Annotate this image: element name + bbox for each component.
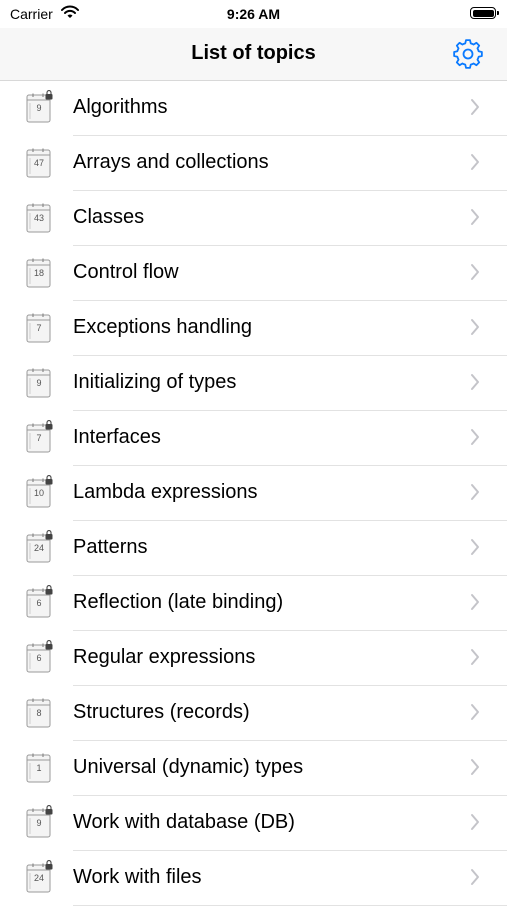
lock-icon	[45, 90, 53, 100]
lock-icon	[45, 585, 53, 595]
status-bar: Carrier 9:26 AM	[0, 0, 507, 28]
topic-count: 43	[33, 213, 44, 223]
topic-label: Arrays and collections	[73, 151, 269, 173]
topic-count: 1	[36, 763, 42, 773]
navigation-bar: List of topics	[0, 28, 507, 81]
list-item[interactable]: 1 Universal (dynamic) types	[0, 741, 507, 796]
topic-count: 9	[36, 103, 42, 113]
topic-label: Control flow	[73, 261, 179, 283]
topic-label: Regular expressions	[73, 646, 256, 668]
list-item[interactable]: 47 Arrays and collections	[0, 136, 507, 191]
list-item[interactable]: 8 Structures (records)	[0, 686, 507, 741]
topic-label: Universal (dynamic) types	[73, 756, 304, 778]
list-item[interactable]: 9 Work with database (DB)	[0, 796, 507, 851]
topic-count: 47	[33, 158, 44, 168]
list-item[interactable]: 9 Algorithms	[0, 81, 507, 136]
chevron-right-icon	[471, 649, 479, 665]
list-item[interactable]: 10 Lambda expressions	[0, 466, 507, 521]
lock-icon	[45, 640, 53, 650]
chevron-right-icon	[471, 814, 479, 830]
chevron-right-icon	[471, 429, 479, 445]
topic-count: 6	[36, 653, 42, 663]
topic-count: 10	[33, 488, 44, 498]
topic-label: Exceptions handling	[73, 316, 253, 338]
chevron-right-icon	[471, 594, 479, 610]
topic-count: 6	[36, 598, 42, 608]
lock-icon	[45, 860, 53, 870]
list-item[interactable]: 6 Regular expressions	[0, 631, 507, 686]
chevron-right-icon	[471, 209, 479, 225]
topic-count: 18	[33, 268, 44, 278]
lock-icon	[45, 420, 53, 430]
topic-list: 9 Algorithms 47 Arrays and collections 43 Cla…	[0, 81, 507, 906]
chevron-right-icon	[471, 759, 479, 775]
chevron-right-icon	[471, 154, 479, 170]
chevron-right-icon	[471, 484, 479, 500]
topic-count: 24	[33, 543, 44, 553]
topic-label: Lambda expressions	[73, 481, 258, 503]
topic-count: 7	[36, 323, 42, 333]
chevron-right-icon	[471, 869, 479, 885]
list-item[interactable]: 24 Patterns	[0, 521, 507, 576]
page-title: List of topics	[191, 42, 316, 64]
gear-icon[interactable]	[452, 38, 484, 70]
list-item[interactable]: 18 Control flow	[0, 246, 507, 301]
topic-count: 9	[36, 818, 42, 828]
topic-label: Work with database (DB)	[73, 811, 295, 833]
topic-label: Patterns	[73, 536, 148, 558]
list-item[interactable]: 7 Exceptions handling	[0, 301, 507, 356]
list-item[interactable]: 6 Reflection (late binding)	[0, 576, 507, 631]
topic-label: Initializing of types	[73, 371, 237, 393]
topic-count: 8	[36, 708, 42, 718]
topic-label: Work with files	[73, 866, 202, 888]
topic-count: 9	[36, 378, 42, 388]
battery-icon	[470, 7, 499, 19]
list-item[interactable]: 9 Initializing of types	[0, 356, 507, 411]
chevron-right-icon	[471, 319, 479, 335]
clock: 9:26 AM	[226, 6, 281, 22]
chevron-right-icon	[471, 99, 479, 115]
chevron-right-icon	[471, 264, 479, 280]
lock-icon	[45, 475, 53, 485]
lock-icon	[45, 530, 53, 540]
topic-label: Classes	[73, 206, 145, 228]
topic-label: Reflection (late binding)	[73, 591, 284, 613]
topic-label: Algorithms	[73, 96, 168, 118]
list-item[interactable]: 24 Work with files	[0, 851, 507, 906]
list-item[interactable]: 7 Interfaces	[0, 411, 507, 466]
lock-icon	[45, 805, 53, 815]
topic-label: Interfaces	[73, 426, 161, 448]
topic-label: Structures (records)	[73, 701, 250, 723]
list-item[interactable]: 43 Classes	[0, 191, 507, 246]
topic-count: 24	[33, 873, 44, 883]
chevron-right-icon	[471, 539, 479, 555]
chevron-right-icon	[471, 704, 479, 720]
chevron-right-icon	[471, 374, 479, 390]
topic-count: 7	[36, 433, 42, 443]
